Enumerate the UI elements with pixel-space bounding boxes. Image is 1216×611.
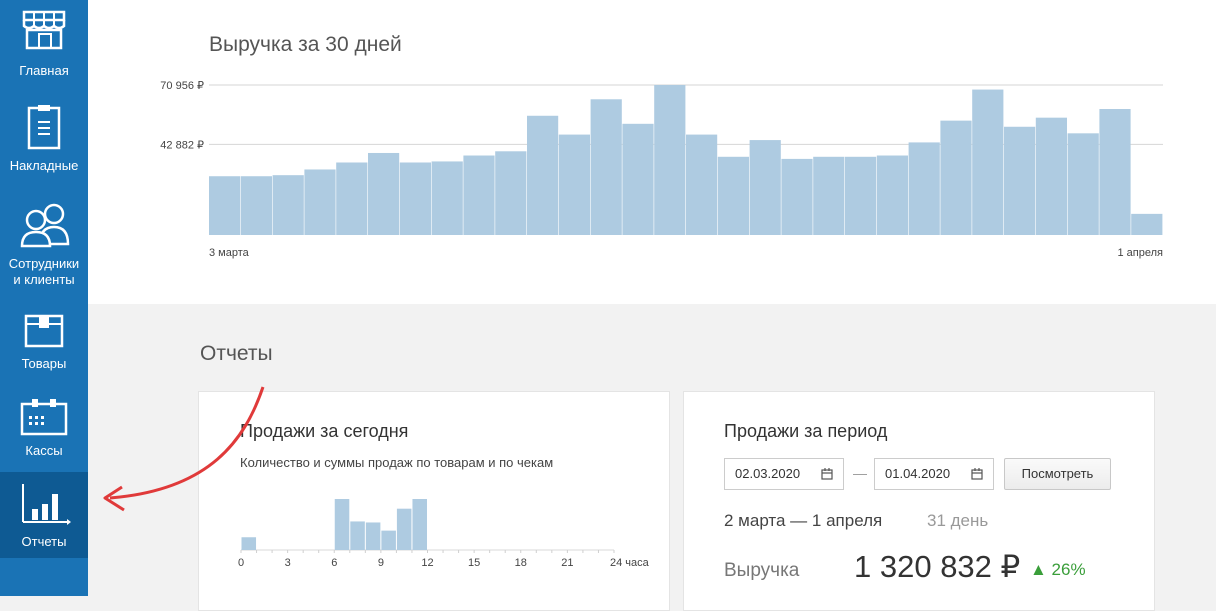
revenue-bar[interactable] [654, 85, 686, 235]
hour-bar[interactable] [412, 499, 427, 550]
x-tick-label: 9 [378, 557, 384, 569]
x-tick-label: 12 [421, 557, 433, 569]
sales-today-chart: 0 3 6 9 12 15 18 21 24 часа [238, 499, 650, 569]
sales-period-card: Продажи за период 02.03.2020 — 01.04.202… [683, 391, 1155, 611]
revenue-chart: 70 956 ₽ 42 882 ₽ 3 марта 1 апреля [160, 80, 1164, 259]
revenue-bar[interactable] [813, 156, 845, 235]
revenue-bar[interactable] [940, 120, 972, 235]
date-from-field[interactable]: 02.03.2020 [724, 458, 844, 490]
register-icon [20, 399, 68, 436]
revenue-bar[interactable] [272, 175, 304, 235]
sidebar: Главная Накладные Сотрудники и клиенты Т… [0, 0, 88, 596]
date-to-field[interactable]: 01.04.2020 [874, 458, 994, 490]
people-icon [20, 203, 70, 248]
box-icon [24, 314, 64, 348]
store-icon [22, 10, 66, 50]
revenue-bar[interactable] [972, 89, 1004, 235]
calendar-icon[interactable] [971, 468, 983, 480]
sidebar-item-label: Отчеты [21, 534, 67, 549]
revenue-bar[interactable] [463, 155, 495, 235]
revenue-bar[interactable] [1004, 126, 1036, 235]
hour-bar[interactable] [365, 522, 381, 550]
date-range-dash: — [853, 465, 867, 481]
reports-title: Отчеты [200, 342, 273, 365]
sidebar-item-goods[interactable]: Товары [0, 314, 88, 376]
revenue-bar[interactable] [590, 99, 622, 235]
sales-period-title: Продажи за период [724, 421, 888, 441]
revenue-bar[interactable] [399, 162, 431, 235]
revenue-label: Выручка [724, 560, 800, 581]
revenue-bar[interactable] [336, 162, 368, 235]
revenue-bar[interactable] [1131, 213, 1163, 235]
sidebar-item-label: и клиенты [13, 272, 75, 287]
hour-bar[interactable] [350, 521, 365, 550]
revenue-bar[interactable] [717, 156, 749, 235]
revenue-bar[interactable] [845, 156, 877, 235]
revenue-bar[interactable] [495, 151, 527, 235]
sidebar-item-home[interactable]: Главная [0, 8, 88, 90]
x-tick-label: 24 часа [610, 557, 650, 569]
x-tick-label: 3 марта [209, 247, 250, 259]
sidebar-item-label: Накладные [9, 158, 79, 173]
x-tick-label: 15 [468, 557, 480, 569]
x-tick-label: 18 [515, 557, 527, 569]
y-tick-label: 42 882 ₽ [160, 139, 204, 151]
revenue-bar[interactable] [527, 115, 559, 235]
revenue-bar[interactable] [1099, 109, 1131, 235]
revenue-bar[interactable] [304, 169, 336, 235]
revenue-bar[interactable] [1035, 117, 1067, 235]
revenue-bar[interactable] [1067, 133, 1099, 235]
hour-bar[interactable] [334, 499, 350, 550]
y-tick-label: 70 956 ₽ [160, 80, 204, 92]
sales-today-card[interactable]: Продажи за сегодня Количество и суммы пр… [198, 391, 670, 611]
sidebar-item-label: Товары [21, 356, 67, 371]
revenue-bar[interactable] [622, 123, 654, 235]
hour-bar[interactable] [241, 537, 257, 550]
period-days-text: 31 день [927, 511, 989, 530]
revenue-bar[interactable] [908, 142, 940, 235]
revenue-bar[interactable] [240, 176, 272, 235]
sidebar-item-invoices[interactable]: Накладные [0, 104, 88, 176]
view-button[interactable]: Посмотреть [1004, 458, 1111, 490]
sidebar-item-staff-clients[interactable]: Сотрудники и клиенты [0, 200, 88, 292]
revenue-bar[interactable] [876, 155, 908, 235]
x-tick-label: 6 [331, 557, 337, 569]
revenue-bar[interactable] [431, 161, 463, 235]
revenue-bar[interactable] [368, 152, 400, 235]
date-from-value: 02.03.2020 [735, 466, 801, 481]
x-tick-label: 3 [285, 557, 291, 569]
x-tick-label: 21 [561, 557, 573, 569]
hour-bar[interactable] [381, 530, 396, 550]
revenue-bar[interactable] [749, 140, 781, 235]
x-tick-label: 1 апреля [1118, 247, 1164, 259]
clipboard-icon [27, 105, 61, 150]
x-tick-label: 0 [238, 557, 244, 569]
revenue-bar[interactable] [781, 158, 813, 235]
sidebar-item-cash-registers[interactable]: Кассы [0, 398, 88, 462]
revenue-bar[interactable] [558, 134, 590, 235]
bar-chart-icon [22, 484, 71, 525]
revenue-bar[interactable] [686, 134, 718, 235]
calendar-icon[interactable] [821, 468, 833, 480]
revenue-bar[interactable] [209, 176, 241, 235]
hour-bar[interactable] [396, 508, 412, 550]
revenue-value: 1 320 832 ₽ [854, 549, 1021, 584]
period-range-text: 2 марта — 1 апреля [724, 511, 883, 530]
revenue-chart-panel: Выручка за 30 дней 70 956 ₽42 882 ₽3 мар… [88, 0, 1216, 304]
sidebar-item-label: Кассы [25, 443, 63, 458]
sidebar-item-label: Сотрудники [8, 256, 80, 271]
revenue-change: ▲ 26% [1030, 560, 1086, 579]
sidebar-item-label: Главная [19, 63, 69, 78]
sidebar-item-reports[interactable]: Отчеты [0, 472, 88, 558]
date-to-value: 01.04.2020 [885, 466, 951, 481]
